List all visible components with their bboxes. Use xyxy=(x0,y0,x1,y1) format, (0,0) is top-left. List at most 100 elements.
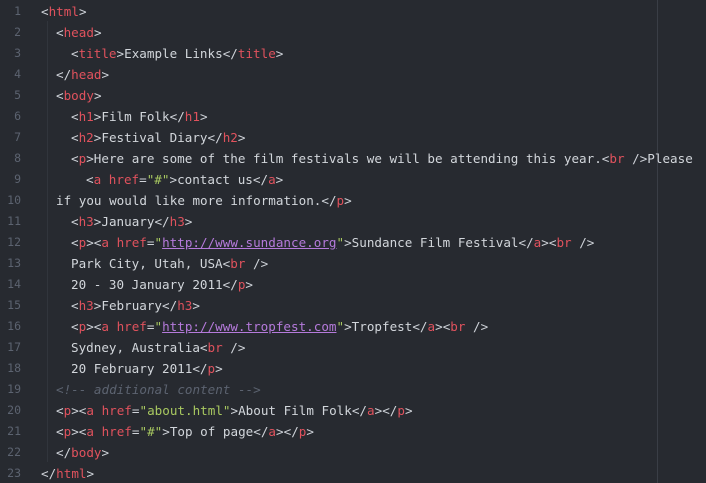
punctuation-token: </ xyxy=(252,172,269,187)
punctuation-token xyxy=(94,424,102,439)
string-token: "#" xyxy=(139,424,163,439)
string-token: " xyxy=(154,235,163,250)
code-line[interactable]: 21 <p><a href="#">Top of page</a></p> xyxy=(0,421,706,442)
line-number: 1 xyxy=(14,4,21,18)
punctuation-token: > xyxy=(404,403,413,418)
code-line[interactable]: 20 <p><a href="about.html">About Film Fol… xyxy=(0,400,706,421)
punctuation-token: > xyxy=(86,151,94,166)
code-editor[interactable]: 1 <html> 2 <head> 3 <title>Example Links</tit… xyxy=(0,0,706,483)
punctuation-token: /> xyxy=(465,319,489,334)
code-text: Park City, Utah, USA<br /> xyxy=(71,253,268,274)
code-text: <h3>February</h3> xyxy=(71,295,200,316)
code-text: <h2>Festival Diary</h2> xyxy=(71,127,245,148)
punctuation-token: </ xyxy=(351,403,367,418)
code-line[interactable]: 11 <h3>January</h3> xyxy=(0,211,706,232)
line-number: 4 xyxy=(14,67,21,81)
code-text: 20 February 2011</p> xyxy=(71,358,223,379)
code-text: <body> xyxy=(56,85,102,106)
line-number: 8 xyxy=(14,151,21,165)
tag-name-token: h3 xyxy=(78,298,94,313)
code-line[interactable]: 6 <h1>Film Folk</h1> xyxy=(0,106,706,127)
tag-name-token: body xyxy=(63,88,94,103)
code-line[interactable]: 10 if you would like more information.</p… xyxy=(0,190,706,211)
tag-name-token: a xyxy=(101,235,109,250)
punctuation-token: > xyxy=(306,424,314,439)
punctuation-token: > xyxy=(237,130,246,145)
punctuation-token xyxy=(101,172,109,187)
code-line[interactable]: 5 <body> xyxy=(0,85,706,106)
line-number: 2 xyxy=(14,25,21,39)
punctuation-token: </ xyxy=(41,466,57,481)
string-token: " xyxy=(336,235,345,250)
punctuation-token: < xyxy=(56,88,64,103)
line-number: 20 xyxy=(7,403,21,417)
punctuation-token: > xyxy=(275,172,284,187)
code-line[interactable]: 9 <a href="#">contact us</a> xyxy=(0,169,706,190)
code-line[interactable]: 14 20 - 30 January 2011</p> xyxy=(0,274,706,295)
code-text: <h1>Film Folk</h1> xyxy=(71,106,208,127)
code-line[interactable]: 18 20 February 2011</p> xyxy=(0,358,706,379)
line-number: 19 xyxy=(7,382,21,396)
line-number: 6 xyxy=(14,109,21,123)
string-token: " xyxy=(336,319,345,334)
code-line[interactable]: 2 <head> xyxy=(0,22,706,43)
code-line[interactable]: 19 <!-- additional content --> xyxy=(0,379,706,400)
code-line[interactable]: 22 </body> xyxy=(0,442,706,463)
punctuation-token: > xyxy=(162,424,170,439)
punctuation-token: </ xyxy=(162,298,178,313)
punctuation-token: < xyxy=(86,172,94,187)
punctuation-token: </ xyxy=(518,235,534,250)
string-token: "about.html" xyxy=(139,403,231,418)
tag-name-token: head xyxy=(71,67,102,82)
text-token: Sydney, Australia xyxy=(71,340,200,355)
code-line[interactable]: 4 </head> xyxy=(0,64,706,85)
code-line[interactable]: 7 <h2>Festival Diary</h2> xyxy=(0,127,706,148)
line-number: 13 xyxy=(7,256,21,270)
punctuation-token: /> xyxy=(222,340,246,355)
url-token: http://www.sundance.org xyxy=(162,235,337,250)
attribute-name-token: href xyxy=(116,319,147,334)
code-line[interactable]: 23 </html> xyxy=(0,463,706,483)
tag-name-token: p xyxy=(207,361,216,376)
tag-name-token: body xyxy=(71,445,102,460)
punctuation-token: </ xyxy=(253,424,269,439)
punctuation-token: /> xyxy=(571,235,595,250)
tag-name-token: p xyxy=(336,193,345,208)
code-line[interactable]: 17 Sydney, Australia<br /> xyxy=(0,337,706,358)
punctuation-token: > xyxy=(78,4,87,19)
code-area[interactable]: 1 <html> 2 <head> 3 <title>Example Links</tit… xyxy=(0,0,706,483)
code-line[interactable]: 12 <p><a href="http://www.sundance.org">S… xyxy=(0,232,706,253)
punctuation-token: > xyxy=(101,445,110,460)
tag-name-token: br xyxy=(207,340,223,355)
code-line[interactable]: 15 <h3>February</h3> xyxy=(0,295,706,316)
punctuation-token: > xyxy=(86,466,95,481)
punctuation-token: > xyxy=(245,277,254,292)
text-token: February xyxy=(101,298,163,313)
code-text: <head> xyxy=(56,22,102,43)
punctuation-token: < xyxy=(71,235,79,250)
tag-name-token: html xyxy=(56,466,87,481)
punctuation-token: </ xyxy=(207,130,223,145)
punctuation-token: </ xyxy=(382,403,398,418)
code-line[interactable]: 16 <p><a href="http://www.tropfest.com">T… xyxy=(0,316,706,337)
punctuation-token: </ xyxy=(222,46,238,61)
code-line[interactable]: 3 <title>Example Links</title> xyxy=(0,43,706,64)
text-token: Please xyxy=(647,151,693,166)
punctuation-token: > xyxy=(93,88,102,103)
punctuation-token: </ xyxy=(283,424,299,439)
punctuation-token: </ xyxy=(321,193,337,208)
punctuation-token: </ xyxy=(56,445,72,460)
punctuation-token: < xyxy=(56,403,64,418)
code-line[interactable]: 13 Park City, Utah, USA<br /> xyxy=(0,253,706,274)
code-line[interactable]: 8 <p>Here are some of the film festivals … xyxy=(0,148,706,169)
code-text: <p><a href="http://www.sundance.org">Sun… xyxy=(71,232,594,253)
code-line[interactable]: 1 <html> xyxy=(0,1,706,22)
punctuation-token: > xyxy=(169,172,178,187)
tag-name-token: a xyxy=(427,319,436,334)
line-number: 11 xyxy=(7,214,21,228)
code-text: <a href="#">contact us</a> xyxy=(86,169,283,190)
comment-token: <!-- additional content --> xyxy=(56,382,261,397)
punctuation-token xyxy=(109,319,117,334)
tag-name-token: h3 xyxy=(78,214,94,229)
tag-name-token: a xyxy=(268,172,276,187)
